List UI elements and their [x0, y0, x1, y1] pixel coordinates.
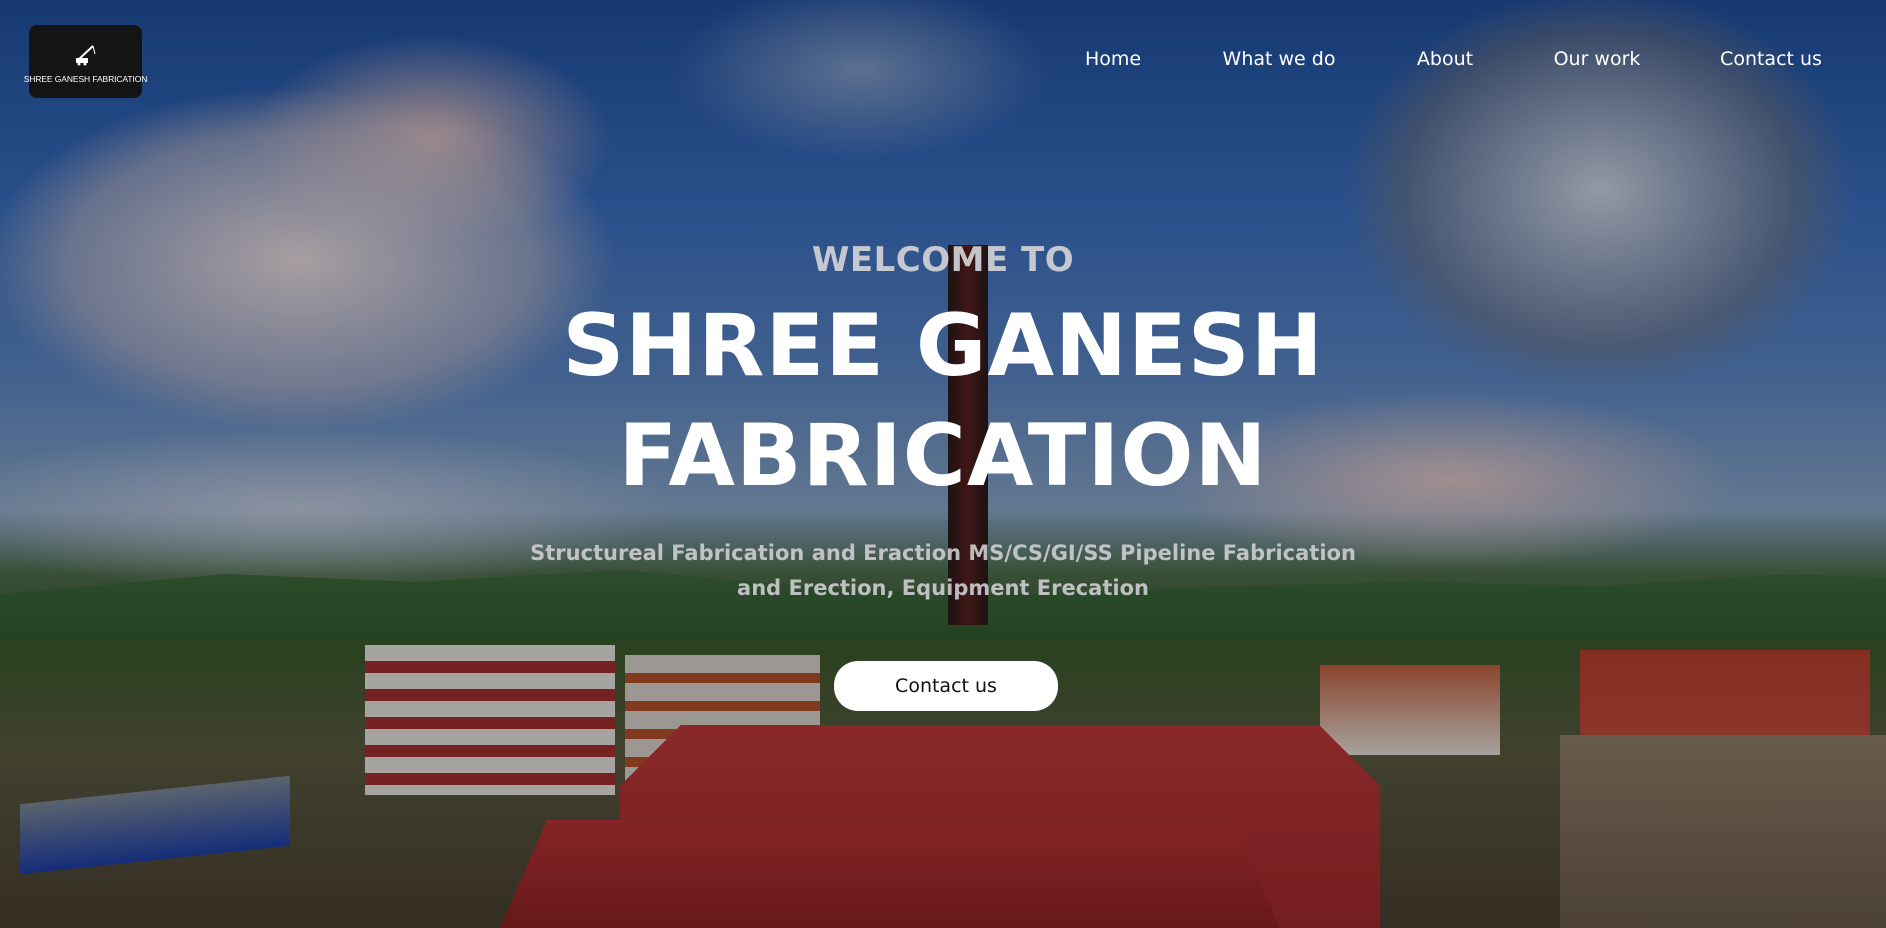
hero-title-line1: SHREE GANESH — [562, 296, 1324, 396]
hero-subtitle: Structureal Fabrication and Eraction MS/… — [530, 541, 1356, 600]
welcome-text: WELCOME TO — [811, 240, 1075, 280]
hero-content: WELCOME TO SHREE GANESH FABRICATION Stru… — [0, 0, 1886, 928]
contact-us-button[interactable]: Contact us — [834, 661, 1058, 711]
hero-title-line2: FABRICATION — [618, 406, 1268, 506]
hero-section: SHREE GANESH FABRICATION Home What we do… — [0, 0, 1886, 928]
